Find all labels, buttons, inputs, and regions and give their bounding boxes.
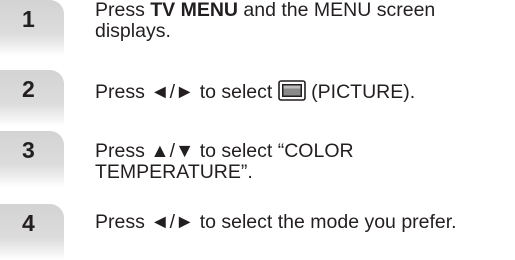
picture-menu-icon	[277, 80, 306, 101]
step-number: 2	[22, 76, 35, 102]
step-number: 1	[22, 6, 35, 32]
step-number-tab: 1	[0, 0, 64, 56]
step-number-tab: 4	[0, 204, 64, 260]
step-text-suffix: (PICTURE).	[305, 81, 416, 103]
step-text-prefix: Press	[95, 0, 151, 21]
step-instruction: Press ◄/► to select (PICTURE).	[95, 80, 510, 103]
step-text-prefix: Press ◄/► to select	[95, 81, 278, 103]
step-instruction: Press ▲/▼ to select “COLOR TEMPERATURE”.	[95, 140, 354, 183]
step-number: 4	[22, 210, 35, 236]
step-number-tab: 2	[0, 70, 64, 126]
step-instruction: Press ◄/► to select the mode you prefer.	[95, 211, 457, 233]
step-instruction: Press TV MENU and the MENU screen displa…	[95, 0, 510, 42]
step-number: 3	[22, 137, 35, 163]
step-number-tab: 3	[0, 131, 64, 187]
tv-menu-button-label: TV MENU	[150, 0, 239, 21]
